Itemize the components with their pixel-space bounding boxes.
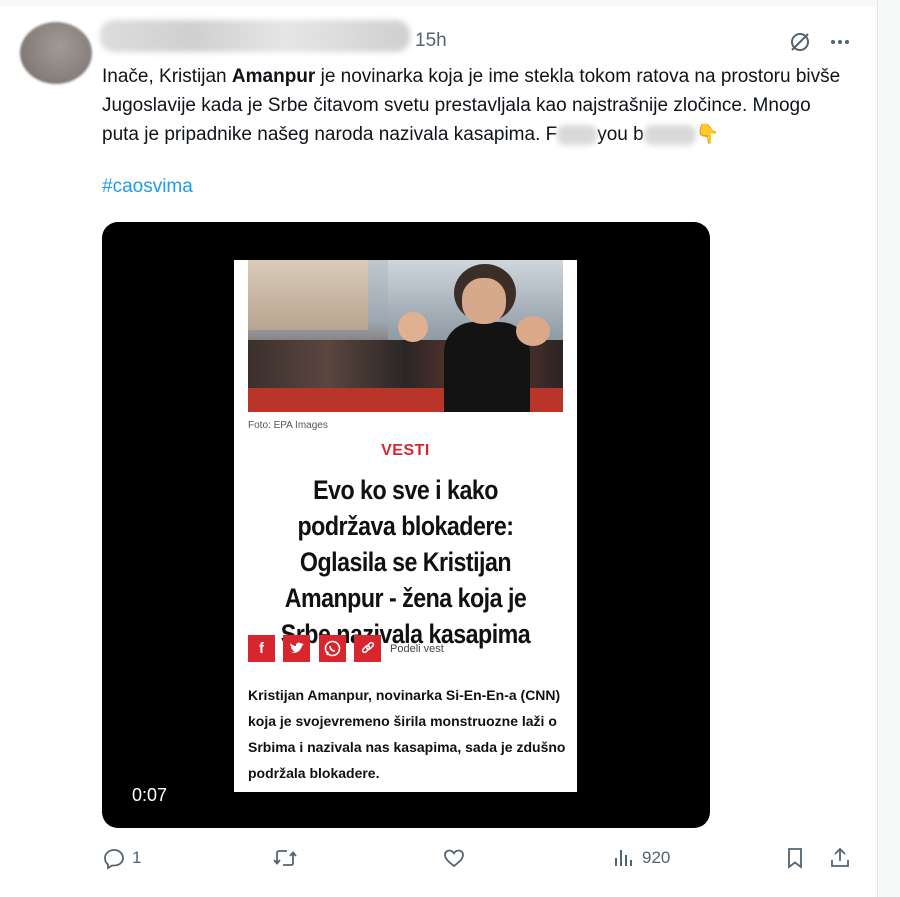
reply-icon [104, 849, 124, 870]
video-player[interactable]: Foto: EPA Images VESTI Evo ko sve i kako… [102, 222, 710, 828]
tweet-text-bold: Amanpur [231, 66, 316, 87]
article-category: VESTI [381, 442, 430, 459]
retweet-button[interactable] [272, 846, 304, 870]
bookmark-button[interactable] [784, 846, 806, 870]
avatar[interactable] [20, 22, 92, 84]
share-icon [831, 847, 849, 867]
tweet[interactable]: 15h Inače, Kristijan Amanpur je novinark… [0, 0, 878, 897]
analytics-icon [615, 850, 632, 866]
share-button[interactable] [828, 846, 852, 870]
article-lead: Kristijan Amanpur, novinarka Si-En-En-a … [248, 687, 566, 781]
video-duration: 0:07 [132, 785, 168, 805]
link-icon [354, 635, 381, 662]
article-headline: Evo ko sve i kako podržava blokadere: Og… [280, 475, 531, 649]
photo-person-hand [516, 316, 550, 346]
hashtag-link[interactable]: #caosvima [102, 176, 193, 198]
blurred-word [643, 124, 696, 145]
article-photo [248, 260, 563, 412]
photo-person-face [462, 278, 506, 324]
action-bar: 1 920 [0, 846, 877, 876]
whatsapp-icon [319, 635, 346, 662]
photo-caption: Foto: EPA Images [248, 420, 328, 431]
article-screenshot: Foto: EPA Images VESTI Evo ko sve i kako… [234, 260, 577, 792]
twitter-icon [283, 635, 310, 662]
heart-icon [444, 849, 464, 868]
like-button[interactable] [442, 846, 472, 870]
photo-building [248, 260, 368, 330]
share-label: Podeli vest [390, 643, 444, 655]
top-divider [0, 0, 877, 6]
tweet-text-part: Inače, Kristijan [102, 66, 232, 87]
bookmark-icon [788, 848, 802, 869]
more-options-icon[interactable] [828, 30, 852, 59]
grok-icon[interactable] [788, 30, 812, 59]
pointing-down-emoji: 👇 [695, 124, 720, 145]
blurred-author-name[interactable] [100, 20, 410, 52]
retweet-icon [273, 850, 297, 866]
reply-button[interactable]: 1 [102, 846, 141, 870]
photo-person-hand [398, 312, 428, 342]
views-button[interactable]: 920 [612, 846, 670, 870]
tweet-timestamp[interactable]: 15h [415, 30, 447, 52]
facebook-icon: f [248, 635, 275, 662]
blurred-word [557, 124, 598, 145]
tweet-text-part: you b [597, 124, 644, 145]
reply-count: 1 [132, 848, 142, 867]
tweet-text: Inače, Kristijan Amanpur je novinarka ko… [102, 62, 842, 149]
view-count: 920 [642, 848, 671, 867]
